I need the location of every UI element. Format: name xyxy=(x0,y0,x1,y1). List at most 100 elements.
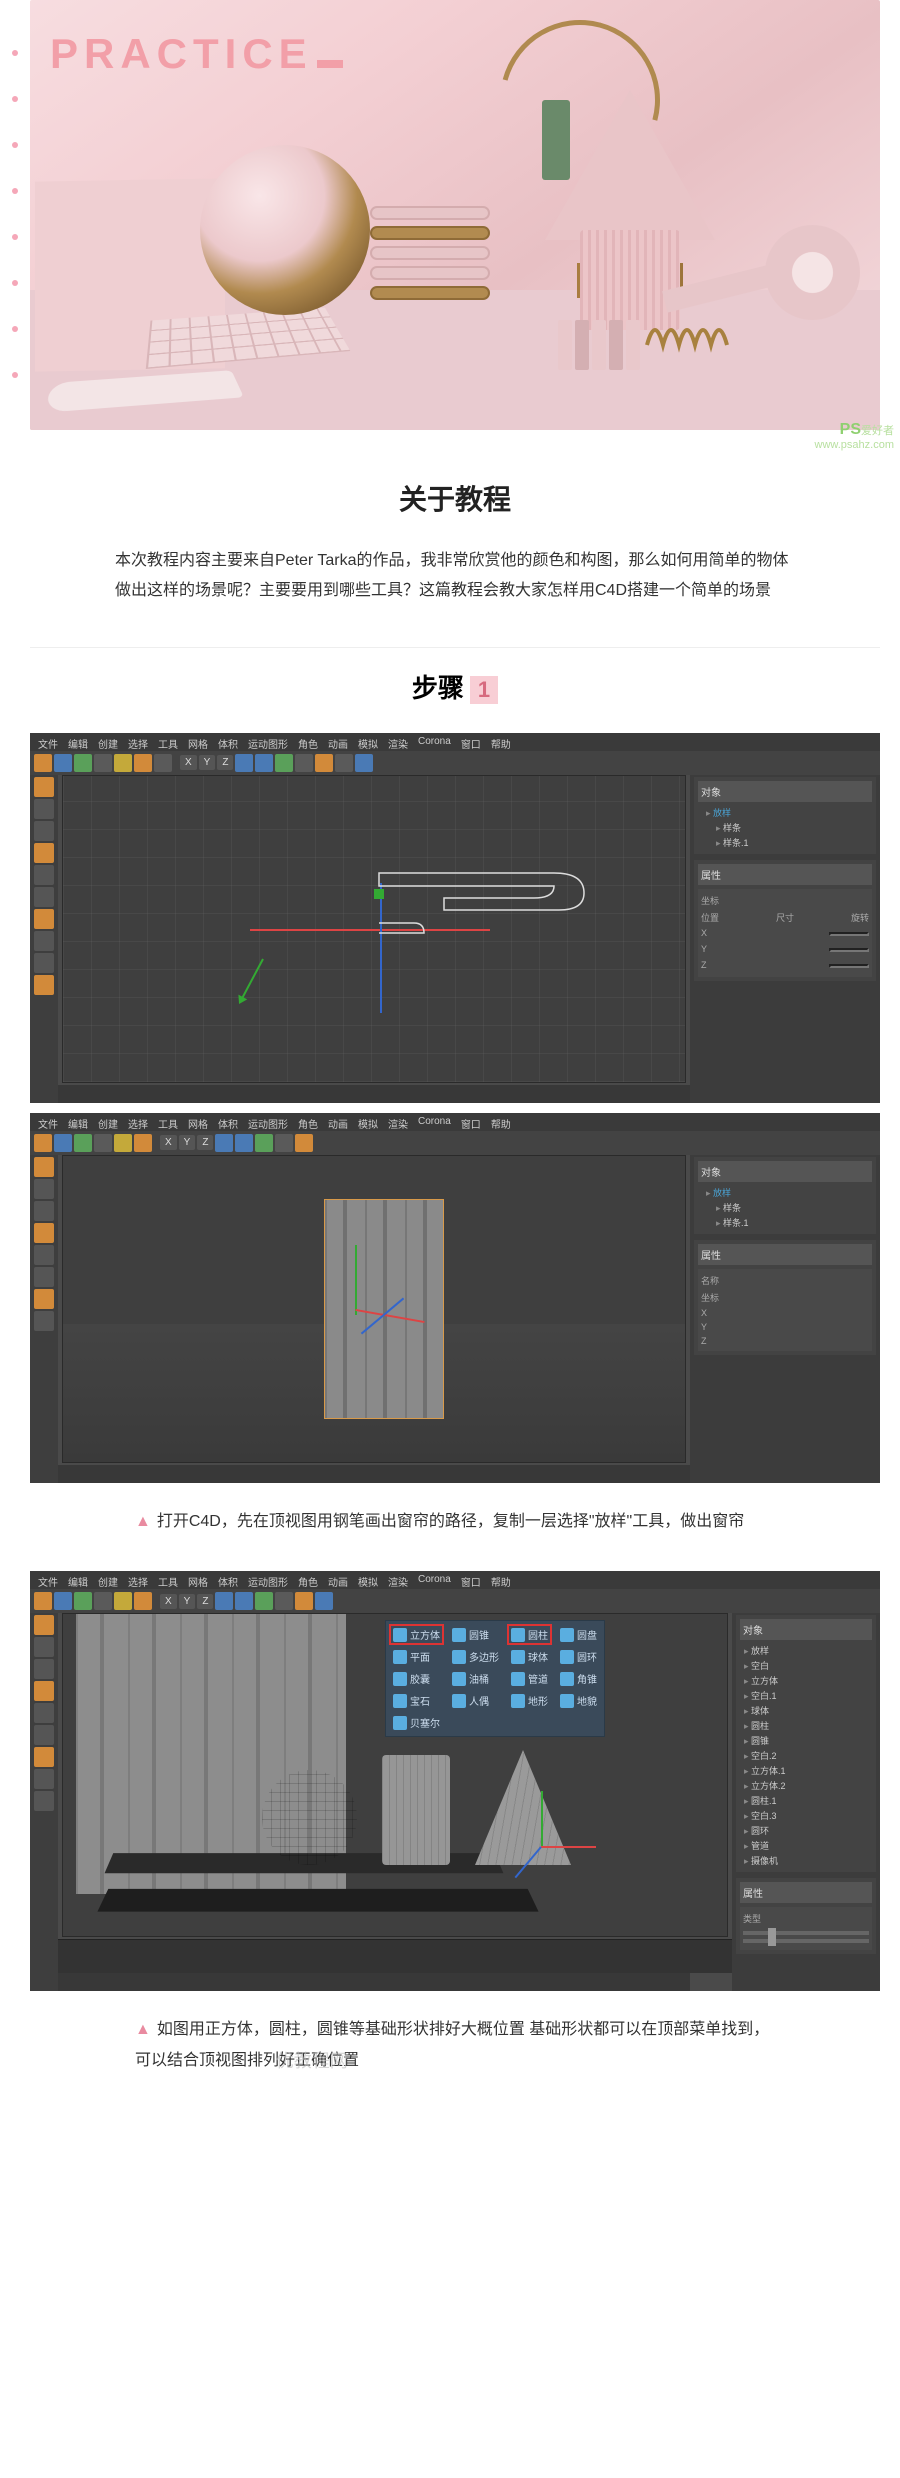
menu-item[interactable]: 渲染 xyxy=(388,736,408,748)
tree-item[interactable]: 球体 xyxy=(740,1703,872,1718)
primitive-menu-item[interactable]: 人偶 xyxy=(449,1691,502,1710)
c4d-menubar[interactable]: 文件编辑创建选择工具网格体积运动图形角色动画模拟渲染Corona窗口帮助 xyxy=(30,1571,880,1589)
attr-input[interactable] xyxy=(829,932,869,936)
menu-item[interactable]: 渲染 xyxy=(388,1116,408,1128)
toolbar-icon[interactable] xyxy=(134,1592,152,1610)
cone-mesh[interactable] xyxy=(475,1750,571,1865)
menu-item[interactable]: Corona xyxy=(418,1116,451,1128)
toolbar-icon[interactable] xyxy=(54,754,72,772)
attributes-panel[interactable]: 属性 名称 坐标 X Y Z xyxy=(694,1240,876,1355)
menu-item[interactable]: 工具 xyxy=(158,1116,178,1128)
primitive-menu-item[interactable]: 圆锥 xyxy=(449,1625,502,1644)
left-tool-icon[interactable] xyxy=(34,865,54,885)
tree-item-spline[interactable]: 样条 xyxy=(698,820,872,835)
toolbar-icon[interactable] xyxy=(255,1592,273,1610)
objects-panel[interactable]: 对象 放样空白立方体空白.1球体圆柱圆锥空白.2立方体.1立方体.2圆柱.1空白… xyxy=(736,1615,876,1872)
toolbar-icon[interactable] xyxy=(255,1134,273,1152)
primitive-menu-item[interactable]: 平面 xyxy=(390,1647,443,1666)
tree-item[interactable]: 摄像机 xyxy=(740,1853,872,1868)
left-tool-icon[interactable] xyxy=(34,1289,54,1309)
primitive-menu-item[interactable]: 地貌 xyxy=(557,1691,600,1710)
toolbar-icon[interactable] xyxy=(295,754,313,772)
curtain-spline-path[interactable] xyxy=(374,868,604,948)
toolbar-icon[interactable] xyxy=(275,1592,293,1610)
tree-item[interactable]: 圆柱 xyxy=(740,1718,872,1733)
toolbar-icon[interactable] xyxy=(54,1134,72,1152)
toolbar-icon[interactable] xyxy=(335,754,353,772)
tree-item[interactable]: 管道 xyxy=(740,1838,872,1853)
c4d-timeline[interactable] xyxy=(58,1085,690,1103)
left-tool-icon[interactable] xyxy=(34,777,54,797)
gizmo-y-axis-icon[interactable] xyxy=(355,1245,357,1315)
c4d-toolbar[interactable]: XYZ xyxy=(30,1589,880,1613)
menu-item[interactable]: 文件 xyxy=(38,1574,58,1586)
toolbar-icon[interactable] xyxy=(54,1592,72,1610)
toolbar-icon[interactable] xyxy=(94,1592,112,1610)
menu-item[interactable]: 体积 xyxy=(218,736,238,748)
menu-item[interactable]: 文件 xyxy=(38,1116,58,1128)
primitive-menu-item[interactable]: 宝石 xyxy=(390,1691,443,1710)
menu-item[interactable]: 网格 xyxy=(188,736,208,748)
tree-item[interactable]: 圆锥 xyxy=(740,1733,872,1748)
left-tool-icon[interactable] xyxy=(34,1659,54,1679)
toolbar-icon[interactable] xyxy=(74,1592,92,1610)
menu-item[interactable]: 网格 xyxy=(188,1116,208,1128)
left-tool-icon[interactable] xyxy=(34,1157,54,1177)
toolbar-icon[interactable] xyxy=(34,1592,52,1610)
left-tool-icon[interactable] xyxy=(34,953,54,973)
toolbar-icon[interactable] xyxy=(215,1592,233,1610)
menu-item[interactable]: 创建 xyxy=(98,736,118,748)
tree-item[interactable]: 空白.3 xyxy=(740,1808,872,1823)
menu-item[interactable]: 帮助 xyxy=(491,736,511,748)
menu-item[interactable]: 模拟 xyxy=(358,1574,378,1586)
c4d-menubar[interactable]: 文件编辑创建选择工具网格体积运动图形角色动画模拟渲染Corona窗口帮助 xyxy=(30,733,880,751)
left-tool-icon[interactable] xyxy=(34,799,54,819)
menu-item[interactable]: 运动图形 xyxy=(248,736,288,748)
menu-item[interactable]: 体积 xyxy=(218,1574,238,1586)
left-tool-icon[interactable] xyxy=(34,1179,54,1199)
c4d-right-panel[interactable]: 对象 放样 样条 样条.1 属性 坐标 位置尺寸旋转 X Y Z xyxy=(690,733,880,1103)
objects-panel[interactable]: 对象 放样 样条 样条.1 xyxy=(694,1157,876,1234)
attr-input[interactable] xyxy=(829,964,869,968)
c4d-timeline[interactable] xyxy=(58,1465,690,1483)
tree-item[interactable]: 圆环 xyxy=(740,1823,872,1838)
menu-item[interactable]: 文件 xyxy=(38,736,58,748)
menu-item[interactable]: 工具 xyxy=(158,736,178,748)
menu-item[interactable]: 创建 xyxy=(98,1116,118,1128)
primitive-menu-item[interactable]: 角锥 xyxy=(557,1669,600,1688)
gizmo-x-axis-icon[interactable] xyxy=(541,1846,596,1848)
left-tool-icon[interactable] xyxy=(34,1615,54,1635)
menu-item[interactable]: 运动图形 xyxy=(248,1116,288,1128)
toolbar-icon[interactable] xyxy=(235,754,253,772)
primitive-menu-item[interactable]: 地形 xyxy=(508,1691,551,1710)
left-tool-icon[interactable] xyxy=(34,931,54,951)
primitives-popup[interactable]: 立方体圆锥圆柱圆盘平面多边形球体圆环胶囊油桶管道角锥宝石人偶地形地貌贝塞尔 xyxy=(385,1620,605,1737)
toolbar-icon[interactable] xyxy=(114,1592,132,1610)
toolbar-icon[interactable] xyxy=(235,1134,253,1152)
xyz-toggle[interactable]: XYZ xyxy=(160,1594,213,1609)
toolbar-icon[interactable] xyxy=(94,754,112,772)
primitive-menu-item[interactable]: 胶囊 xyxy=(390,1669,443,1688)
toolbar-icon[interactable] xyxy=(134,1134,152,1152)
cylinder-mesh[interactable] xyxy=(382,1755,450,1865)
c4d-left-toolbar[interactable] xyxy=(30,1571,58,1991)
curtain-mesh[interactable] xyxy=(324,1199,444,1419)
left-tool-icon[interactable] xyxy=(34,1223,54,1243)
attributes-panel[interactable]: 属性 类型 xyxy=(736,1878,876,1954)
left-tool-icon[interactable] xyxy=(34,1267,54,1287)
tree-item-spline[interactable]: 样条.1 xyxy=(698,835,872,850)
tree-item[interactable]: 立方体 xyxy=(740,1673,872,1688)
tree-item-loft[interactable]: 放样 xyxy=(698,805,872,820)
menu-item[interactable]: 帮助 xyxy=(491,1116,511,1128)
tree-item[interactable]: 圆柱.1 xyxy=(740,1793,872,1808)
menu-item[interactable]: 选择 xyxy=(128,1574,148,1586)
tree-item[interactable]: 立方体.2 xyxy=(740,1778,872,1793)
menu-item[interactable]: 工具 xyxy=(158,1574,178,1586)
toolbar-icon[interactable] xyxy=(235,1592,253,1610)
toolbar-icon[interactable] xyxy=(74,754,92,772)
menu-item[interactable]: 角色 xyxy=(298,1574,318,1586)
primitive-menu-item[interactable]: 圆环 xyxy=(557,1647,600,1666)
primitive-menu-item[interactable]: 圆柱 xyxy=(508,1625,551,1644)
left-tool-icon[interactable] xyxy=(34,1769,54,1789)
menu-item[interactable]: 选择 xyxy=(128,1116,148,1128)
